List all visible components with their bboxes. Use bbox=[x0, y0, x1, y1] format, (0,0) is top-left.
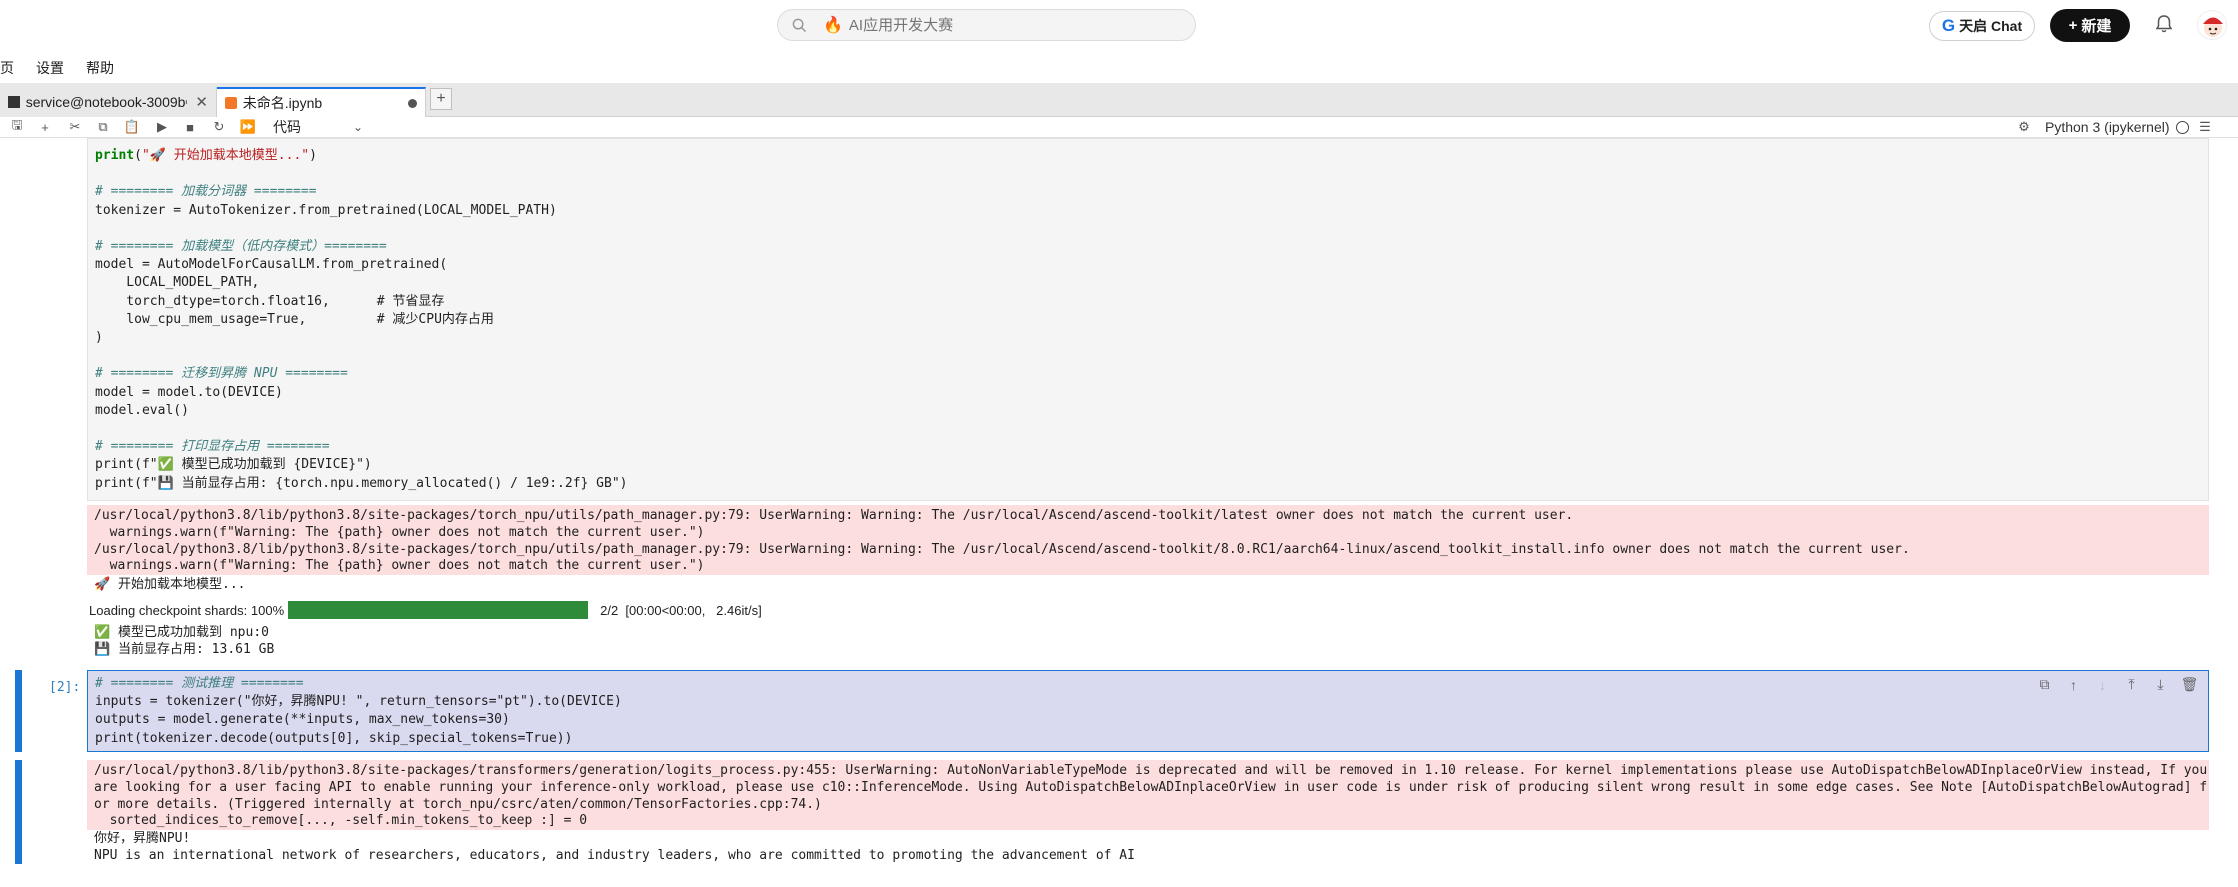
stdout-output-1: ✅ 模型已成功加载到 npu:0 💾 当前显存占用: 13.61 GB bbox=[87, 625, 274, 659]
code-line: # ======== 迁移到昇腾 NPU ======== bbox=[95, 366, 348, 382]
run-icon[interactable]: ▶ bbox=[154, 119, 170, 135]
code-line: # ======== 打印显存占用 ======== bbox=[95, 439, 330, 455]
tab-terminal[interactable]: service@notebook-3009b€ ✕ bbox=[0, 87, 217, 117]
stdout-line: NPU is an international network of resea… bbox=[94, 847, 1135, 863]
close-icon[interactable]: ✕ bbox=[195, 93, 208, 111]
code-line: torch_dtype=torch.float16, # 节省显存 bbox=[95, 293, 445, 309]
avatar-image bbox=[2203, 17, 2223, 37]
cell-type-value: 代码 bbox=[273, 119, 301, 135]
code-line: # ======== 加载分词器 ======== bbox=[95, 184, 317, 200]
notebook-toolbar: 🖫 + ✂ ⧉ 📋 ▶ ■ ↻ ⏩ 代码 ⌄ ⚙ Python 3 (ipyke… bbox=[0, 117, 2238, 138]
search-input[interactable] bbox=[848, 16, 1149, 34]
tab-label: service@notebook-3009b€ bbox=[25, 94, 188, 110]
menu-item-page[interactable]: 页 bbox=[0, 58, 14, 78]
code-line: inputs = tokenizer("你好，昇腾NPU! ", return_… bbox=[95, 694, 622, 710]
search-box[interactable]: 🔥 bbox=[777, 9, 1196, 41]
cell-type-select[interactable]: 代码 ⌄ bbox=[273, 117, 363, 137]
terminal-icon bbox=[8, 96, 20, 108]
execution-prompt: [2]: bbox=[49, 680, 81, 695]
stderr-line: warnings.warn(f"Warning: The {path} owne… bbox=[94, 524, 705, 540]
stderr-line: warnings.warn(f"Warning: The {path} owne… bbox=[94, 558, 705, 574]
menu-item-help[interactable]: 帮助 bbox=[86, 58, 114, 78]
stderr-line: or more details. (Triggered internally a… bbox=[94, 796, 822, 812]
stderr-line: /usr/local/python3.8/lib/python3.8/site-… bbox=[94, 763, 2208, 778]
progress-prefix: Loading checkpoint shards: 100% bbox=[89, 602, 285, 618]
menu-bar: 页 设置 帮助 bbox=[0, 52, 2238, 83]
menu-icon[interactable]: ☰ bbox=[2197, 119, 2213, 135]
progress-bar bbox=[288, 601, 589, 619]
progress-row: Loading checkpoint shards: 100% 2/2 [00:… bbox=[87, 600, 762, 620]
g-logo-icon: G bbox=[1941, 16, 1956, 35]
kernel-status-icon bbox=[2174, 119, 2190, 135]
chat-button-label: 天启 Chat bbox=[1959, 18, 2023, 34]
stderr-output-1: /usr/local/python3.8/lib/python3.8/site-… bbox=[87, 505, 2209, 575]
code-cell-2[interactable]: # ======== 测试推理 ======== inputs = tokeni… bbox=[87, 670, 2209, 752]
code-line: print(f"✅ 模型已成功加载到 {DEVICE}") bbox=[95, 457, 372, 473]
code-line: model.eval() bbox=[95, 402, 189, 418]
avatar[interactable] bbox=[2197, 10, 2227, 40]
kernel-name[interactable]: Python 3 (ipykernel) bbox=[2045, 119, 2170, 135]
search-icon bbox=[792, 18, 807, 32]
delete-icon[interactable]: 🗑 bbox=[2181, 676, 2199, 693]
insert-below-icon[interactable]: ⤓ bbox=[2152, 676, 2169, 693]
active-cell-bar[interactable] bbox=[15, 670, 22, 752]
move-up-icon[interactable]: ↑ bbox=[2065, 676, 2082, 693]
copy-icon[interactable]: ⧉ bbox=[95, 119, 111, 135]
code-line: LOCAL_MODEL_PATH, bbox=[95, 275, 260, 291]
tianqi-chat-button[interactable]: G 天启 Chat bbox=[1929, 11, 2035, 41]
gear-icon[interactable]: ⚙ bbox=[2016, 119, 2032, 135]
stop-icon[interactable]: ■ bbox=[182, 119, 198, 135]
notebook-icon bbox=[225, 97, 237, 109]
code-line: print("🚀 开始加载本地模型...") bbox=[95, 148, 317, 163]
cut-icon[interactable]: ✂ bbox=[67, 119, 83, 135]
stdout-line: 🚀 开始加载本地模型... bbox=[94, 577, 246, 592]
code-cell-1[interactable]: print("🚀 开始加载本地模型...") # ======== 加载分词器 … bbox=[87, 138, 2209, 501]
code-line: tokenizer = AutoTokenizer.from_pretraine… bbox=[95, 202, 557, 218]
right-gutter bbox=[2209, 138, 2238, 887]
move-down-icon[interactable]: ↓ bbox=[2094, 676, 2111, 693]
bell-icon[interactable] bbox=[2153, 13, 2175, 35]
code-line: print(f"💾 当前显存占用: {torch.npu.memory_allo… bbox=[95, 475, 628, 491]
plus-icon: + bbox=[2068, 17, 2078, 34]
duplicate-icon[interactable]: ⧉ bbox=[2036, 676, 2053, 693]
restart-icon[interactable]: ↻ bbox=[211, 119, 227, 135]
code-line: model = AutoModelForCausalLM.from_pretra… bbox=[95, 257, 448, 273]
stderr-line: /usr/local/python3.8/lib/python3.8/site-… bbox=[94, 508, 1574, 523]
chevron-down-icon: ⌄ bbox=[353, 120, 364, 134]
stderr-line: sorted_indices_to_remove[..., -self.min_… bbox=[94, 813, 588, 829]
stdout-line: 你好，昇腾NPU! bbox=[94, 831, 191, 846]
code-line: print(tokenizer.decode(outputs[0], skip_… bbox=[95, 730, 573, 746]
stdout-output-2: 你好，昇腾NPU! NPU is an international networ… bbox=[87, 831, 1135, 865]
new-button[interactable]: + 新建 bbox=[2050, 9, 2130, 42]
paste-icon[interactable]: 📋 bbox=[124, 119, 140, 135]
code-line: # ======== 加载模型（低内存模式）======== bbox=[95, 239, 387, 255]
code-editor[interactable]: # ======== 测试推理 ======== inputs = tokeni… bbox=[88, 671, 2208, 748]
tab-strip: service@notebook-3009b€ ✕ 未命名.ipynb bbox=[0, 83, 2238, 117]
fire-icon: 🔥 bbox=[823, 17, 843, 34]
code-line: model = model.to(DEVICE) bbox=[95, 384, 283, 400]
progress-suffix: 2/2 [00:00<00:00, 2.46it/s] bbox=[600, 602, 762, 618]
stderr-output-2: /usr/local/python3.8/lib/python3.8/site-… bbox=[87, 760, 2209, 830]
code-line: low_cpu_mem_usage=True, # 减少CPU内存占用 bbox=[95, 311, 494, 327]
run-all-icon[interactable]: ⏩ bbox=[240, 119, 256, 135]
insert-above-icon[interactable]: ⤒ bbox=[2123, 676, 2140, 693]
cell-toolbar: ⧉ ↑ ↓ ⤒ ⤓ 🗑 bbox=[2036, 676, 2199, 693]
stderr-line: are looking for a user facing API to ena… bbox=[94, 779, 2208, 795]
menu-item-settings[interactable]: 设置 bbox=[36, 58, 64, 78]
top-bar: 🔥 G 天启 Chat + 新建 bbox=[0, 0, 2238, 52]
tab-notebook[interactable]: 未命名.ipynb bbox=[217, 87, 426, 117]
stderr-line: /usr/local/python3.8/lib/python3.8/site-… bbox=[94, 541, 1910, 557]
code-line: outputs = model.generate(**inputs, max_n… bbox=[95, 712, 510, 728]
code-line: ) bbox=[95, 330, 103, 346]
stdout-line: 💾 当前显存占用: 13.61 GB bbox=[94, 641, 275, 657]
new-button-label: 新建 bbox=[2081, 18, 2112, 35]
save-icon[interactable]: 🖫 bbox=[9, 117, 25, 135]
output-cell-bar[interactable] bbox=[15, 760, 22, 864]
tab-label: 未命名.ipynb bbox=[242, 95, 323, 111]
add-tab-button[interactable]: + bbox=[430, 88, 452, 110]
unsaved-dot-icon[interactable] bbox=[408, 98, 417, 108]
stdout-line: ✅ 模型已成功加载到 npu:0 bbox=[94, 625, 269, 640]
code-line: # ======== 测试推理 ======== bbox=[95, 676, 304, 691]
add-cell-icon[interactable]: + bbox=[37, 119, 53, 135]
